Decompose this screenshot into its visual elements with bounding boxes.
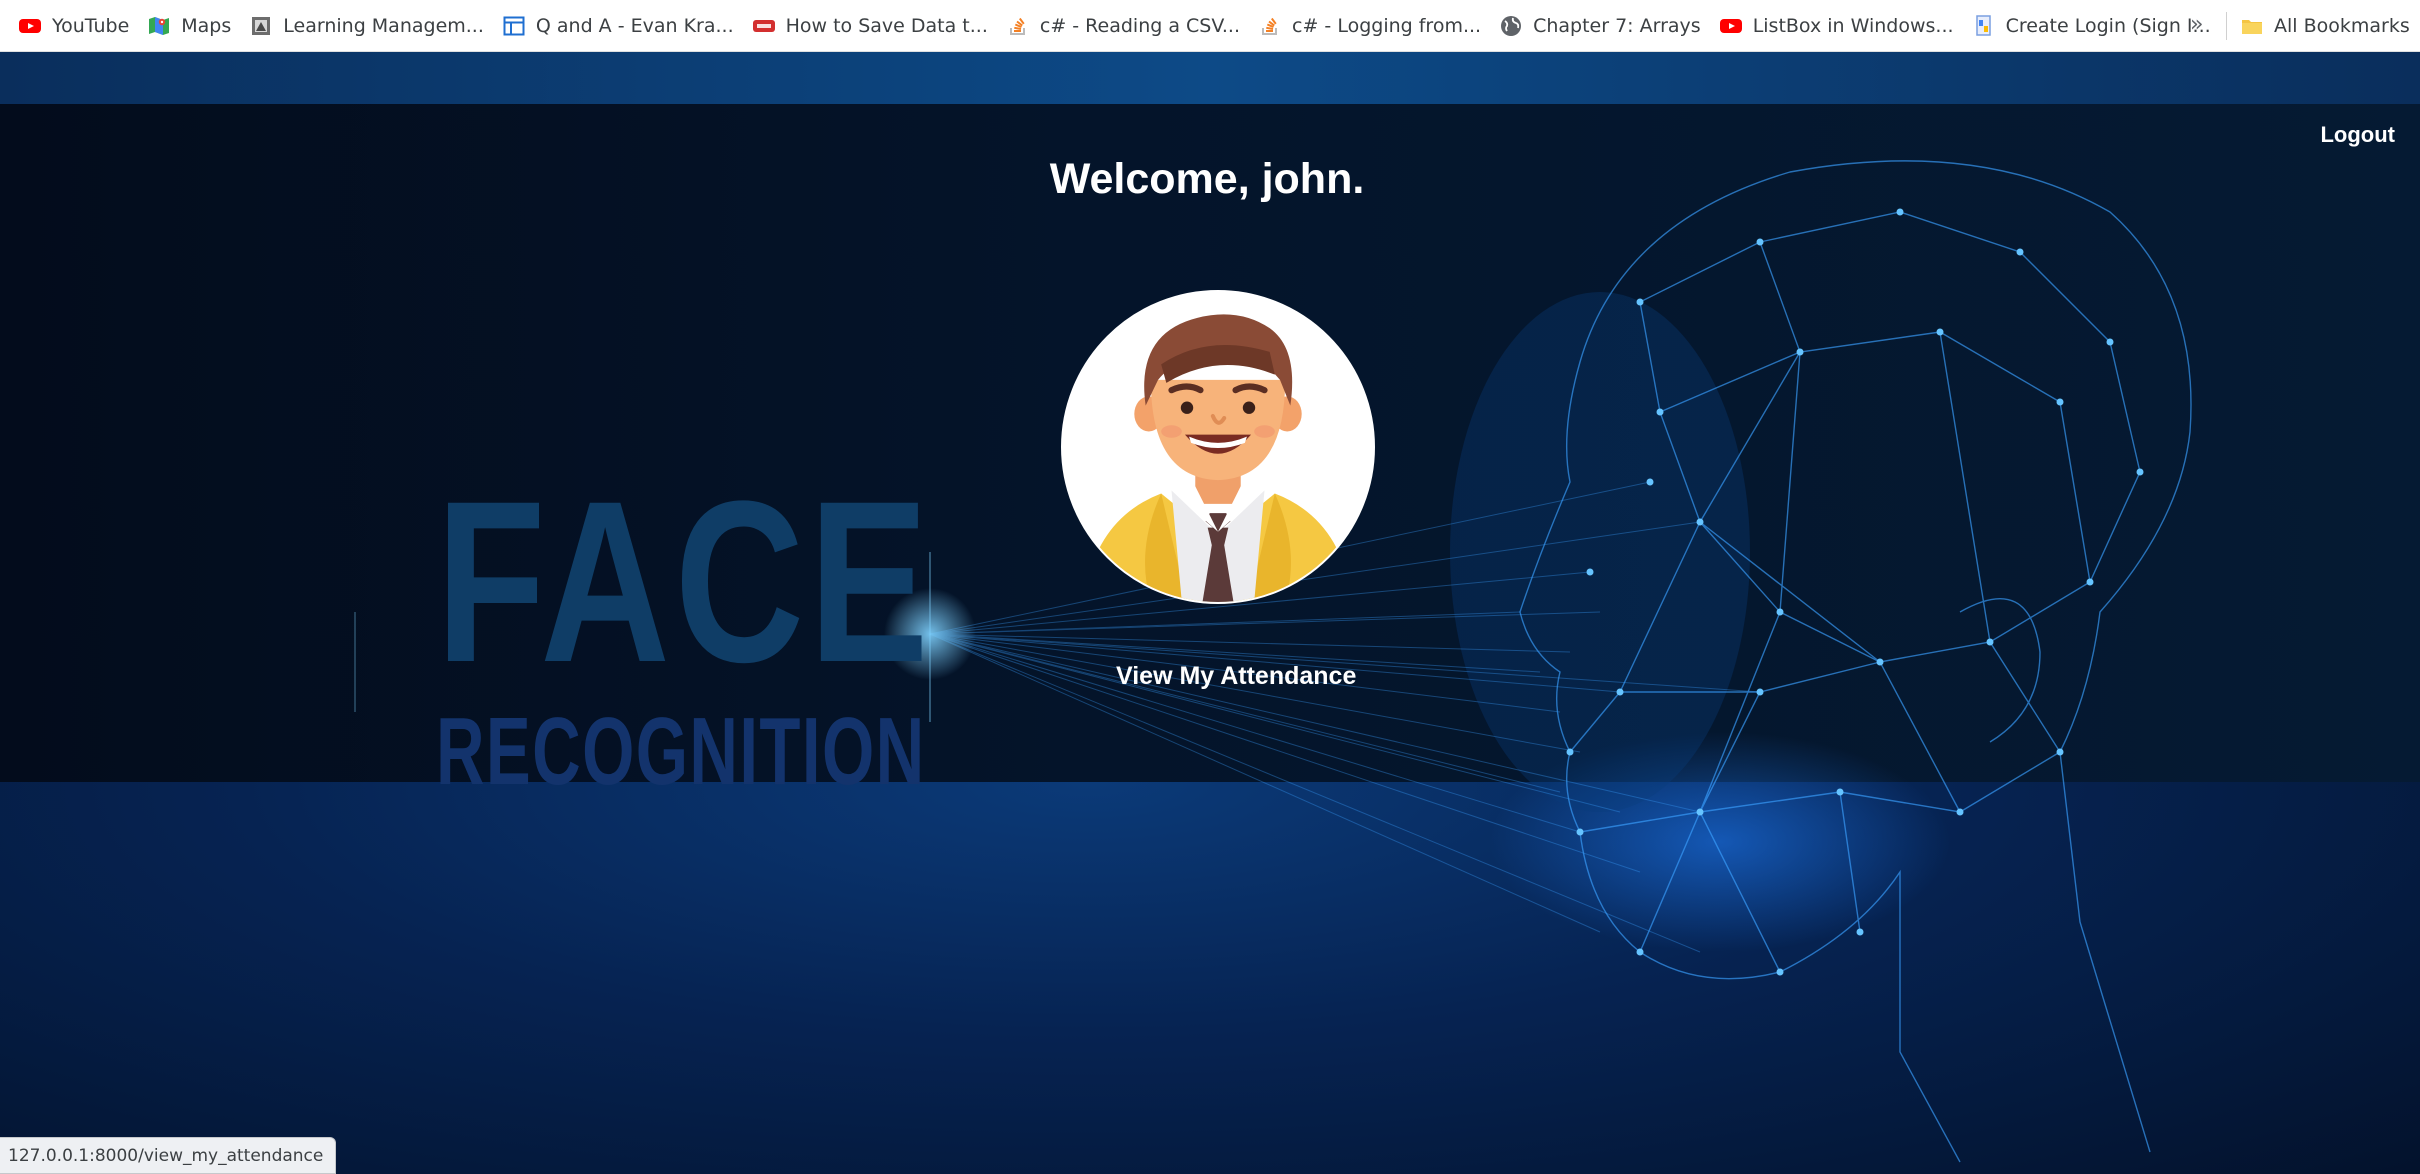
mesh-node xyxy=(1796,348,1804,356)
bookmark-reading-csv[interactable]: c# - Reading a CSV... xyxy=(1006,14,1240,38)
mesh-node xyxy=(2016,248,2024,256)
face-mesh-background xyxy=(354,160,2192,1163)
bookmark-q-and-a[interactable]: Q and A - Evan Kra... xyxy=(502,14,734,38)
bookmark-label: ListBox in Windows... xyxy=(1752,14,1954,37)
mesh-node xyxy=(2056,398,2064,406)
user-avatar xyxy=(1061,290,1375,604)
page-icon xyxy=(1972,14,1996,38)
bookmark-listbox-windows[interactable]: ListBox in Windows... xyxy=(1719,14,1954,38)
mesh-node xyxy=(1636,298,1644,306)
mesh-node xyxy=(1956,808,1964,816)
page: FACE RECOGNITION Logout Welcome, john. V… xyxy=(0,52,2420,1174)
mesh-node xyxy=(1656,408,1664,416)
bookmark-label: c# - Logging from... xyxy=(1292,14,1482,37)
bookmark-label: Create Login (Sign I... xyxy=(2005,14,2211,37)
mesh-node xyxy=(1856,928,1864,936)
bookmark-label: Q and A - Evan Kra... xyxy=(535,14,734,37)
mesh-node xyxy=(1896,208,1904,216)
mesh-node xyxy=(1986,638,1994,646)
video-icon xyxy=(752,14,776,38)
mesh-node xyxy=(2056,748,2064,756)
maps-icon xyxy=(147,14,171,38)
mesh-node xyxy=(1566,748,1574,756)
welcome-text: Welcome, john. xyxy=(1049,155,1365,203)
bookmark-youtube[interactable]: YouTube xyxy=(18,14,129,38)
lms-icon xyxy=(249,14,273,38)
mesh-node xyxy=(2106,338,2114,346)
mesh-node xyxy=(1696,808,1704,816)
all-bookmarks-button[interactable]: All Bookmarks xyxy=(2240,0,2410,52)
bookmark-label: Maps xyxy=(181,14,232,37)
mesh-node xyxy=(2136,468,2144,476)
mesh-node xyxy=(1876,658,1884,666)
bookmark-chapter-7-arrays[interactable]: Chapter 7: Arrays xyxy=(1499,14,1701,38)
view-my-attendance-link[interactable]: View My Attendance xyxy=(1116,662,1356,691)
welcome-heading: Welcome, john. xyxy=(0,155,2420,204)
mesh-node xyxy=(1586,568,1594,576)
globe-icon xyxy=(1499,14,1523,38)
stackoverflow-icon xyxy=(1006,14,1030,38)
stackoverflow-icon xyxy=(1258,14,1282,38)
background-recognition-text: RECOGNITION xyxy=(436,698,926,805)
folder-icon xyxy=(2240,14,2264,38)
mesh-node xyxy=(1576,828,1584,836)
mesh-node xyxy=(2086,578,2094,586)
logout-link[interactable]: Logout xyxy=(2320,122,2395,148)
board-icon xyxy=(502,14,526,38)
mesh-node xyxy=(1616,688,1624,696)
bookmark-label: YouTube xyxy=(52,14,130,37)
bookmark-label: Chapter 7: Arrays xyxy=(1533,14,1701,37)
bookmark-maps[interactable]: Maps xyxy=(147,14,231,38)
background-face-text: FACE xyxy=(436,453,934,710)
mesh-node xyxy=(1936,328,1944,336)
mesh-node xyxy=(1776,608,1784,616)
mesh-node xyxy=(1636,948,1644,956)
status-bar-url: 127.0.0.1:8000/view_my_attendance xyxy=(0,1137,337,1174)
all-bookmarks-label: All Bookmarks xyxy=(2274,15,2410,37)
mesh-node xyxy=(1696,518,1704,526)
bookmark-label: Learning Managem... xyxy=(283,14,484,37)
bookmark-logging-from[interactable]: c# - Logging from... xyxy=(1258,14,1481,38)
mesh-node xyxy=(1836,788,1844,796)
avatar-illustration xyxy=(1063,292,1373,602)
bookmark-learning-management[interactable]: Learning Managem... xyxy=(249,14,484,38)
mesh-node xyxy=(1776,968,1784,976)
youtube-icon xyxy=(1719,14,1743,38)
mesh-node xyxy=(1646,478,1654,486)
bookmark-label: How to Save Data t... xyxy=(785,14,988,37)
bookmarks-overflow-button[interactable]: » xyxy=(2190,12,2203,37)
youtube-icon xyxy=(18,14,42,38)
bookmarks-divider xyxy=(2226,12,2227,40)
bookmarks-bar: YouTube Maps Learning Managem... Q and A… xyxy=(0,0,2420,52)
mesh-node xyxy=(1756,238,1764,246)
mesh-node xyxy=(1756,688,1764,696)
bookmark-label: c# - Reading a CSV... xyxy=(1039,14,1241,37)
bookmark-how-to-save-data[interactable]: How to Save Data t... xyxy=(752,14,988,38)
bookmark-create-login[interactable]: Create Login (Sign I... xyxy=(1972,14,2211,38)
